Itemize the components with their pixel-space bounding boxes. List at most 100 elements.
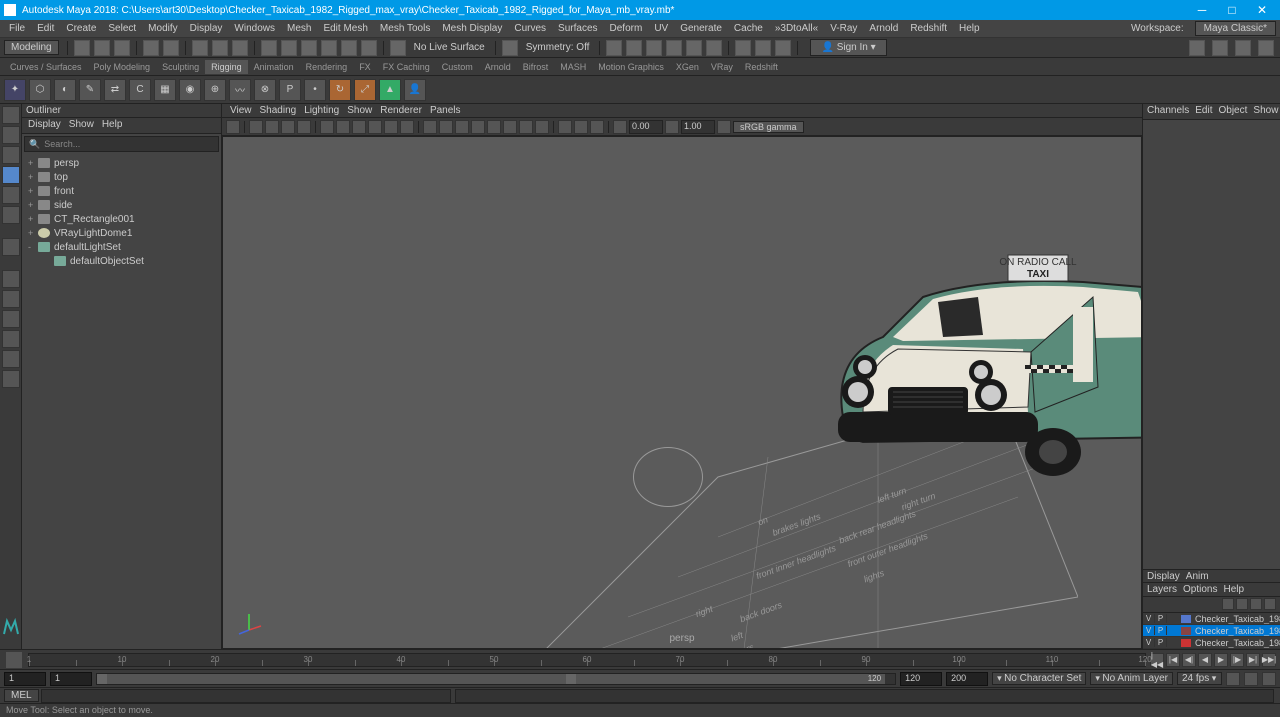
outliner-item[interactable]: defaultObjectSet	[24, 254, 219, 268]
menu-edit[interactable]: Edit	[32, 21, 59, 36]
maximize-button[interactable]: □	[1218, 1, 1246, 19]
vp-exposure-icon[interactable]	[613, 120, 627, 134]
vp-menu-renderer[interactable]: Renderer	[380, 105, 422, 116]
symmetry-label[interactable]: Symmetry: Off	[520, 42, 596, 53]
menu-curves[interactable]: Curves	[509, 21, 551, 36]
go-start-button[interactable]: |◀◀	[1150, 653, 1164, 667]
shelf-tab[interactable]: Curves / Surfaces	[4, 60, 88, 74]
tool-lasso-icon[interactable]	[2, 126, 20, 144]
layout-four-icon[interactable]	[2, 290, 20, 308]
shelf-wrap-icon[interactable]: ⊕	[204, 79, 226, 101]
shelf-orient-icon[interactable]: ↻	[329, 79, 351, 101]
outliner-item[interactable]: -defaultLightSet	[24, 240, 219, 254]
shelf-wire-icon[interactable]: 〰	[229, 79, 251, 101]
snap-live-icon[interactable]	[341, 40, 357, 56]
shelf-tab[interactable]: MASH	[554, 60, 592, 74]
outliner-item[interactable]: +VRayLightDome1	[24, 226, 219, 240]
menu-3dtoall[interactable]: »3DtoAll«	[770, 21, 823, 36]
layer-new-sel-icon[interactable]	[1264, 598, 1276, 610]
vp-film-gate-icon[interactable]	[336, 120, 350, 134]
vp-shadows-icon[interactable]	[487, 120, 501, 134]
shelf-blend-icon[interactable]: ◉	[179, 79, 201, 101]
snap-grid-icon[interactable]	[261, 40, 277, 56]
shelf-tab[interactable]: FX	[353, 60, 377, 74]
tool-paint-icon[interactable]	[2, 146, 20, 164]
vp-exposure-value[interactable]: 0.00	[629, 120, 663, 134]
shelf-scale-icon[interactable]: ⤢	[354, 79, 376, 101]
shelf-skin-icon[interactable]: ◐	[54, 79, 76, 101]
vp-menu-panels[interactable]: Panels	[430, 105, 461, 116]
shelf-constraint-icon[interactable]: ⊗	[254, 79, 276, 101]
panel-toggle-1-icon[interactable]	[1189, 40, 1205, 56]
tool-last-icon[interactable]	[2, 238, 20, 256]
layer-down-icon[interactable]	[1236, 598, 1248, 610]
layer-menu-layers[interactable]: Layers	[1147, 584, 1177, 595]
menu-deform[interactable]: Deform	[605, 21, 648, 36]
vp-res-gate-icon[interactable]	[352, 120, 366, 134]
outliner-menu-display[interactable]: Display	[28, 119, 61, 132]
outliner-menu-help[interactable]: Help	[102, 119, 123, 132]
vp-bookmark-icon[interactable]	[249, 120, 263, 134]
step-back-button[interactable]: ◀|	[1182, 653, 1196, 667]
lasso-icon[interactable]	[212, 40, 228, 56]
shelf-tab[interactable]: Arnold	[479, 60, 517, 74]
vp-xray-joints-icon[interactable]	[590, 120, 604, 134]
layout-hyper-icon[interactable]	[2, 370, 20, 388]
panel-toggle-4-icon[interactable]	[1258, 40, 1274, 56]
menu-create[interactable]: Create	[61, 21, 101, 36]
vp-image-plane-icon[interactable]	[265, 120, 279, 134]
layer-up-icon[interactable]	[1222, 598, 1234, 610]
prefs-button[interactable]	[1262, 672, 1276, 686]
undo-icon[interactable]	[143, 40, 159, 56]
layer-row[interactable]: VPChecker_Taxicab_1982_Rigged	[1143, 625, 1280, 637]
vp-lights-icon[interactable]	[471, 120, 485, 134]
outliner-item[interactable]: +front	[24, 184, 219, 198]
vp-menu-shading[interactable]: Shading	[260, 105, 297, 116]
vp-shaded-icon[interactable]	[439, 120, 453, 134]
play-back-button[interactable]: ◀	[1198, 653, 1212, 667]
layer-row[interactable]: VPChecker_Taxicab_1982_Rigged	[1143, 613, 1280, 625]
layer-menu-options[interactable]: Options	[1183, 584, 1217, 595]
shelf-paint-icon[interactable]: ✎	[79, 79, 101, 101]
vp-field-icon[interactable]	[384, 120, 398, 134]
play-fwd-button[interactable]: ▶	[1214, 653, 1228, 667]
vp-motion-icon[interactable]	[519, 120, 533, 134]
vp-grid-icon[interactable]	[320, 120, 334, 134]
fps-selector[interactable]: 24 fps ▾	[1177, 672, 1222, 685]
vp-menu-view[interactable]: View	[230, 105, 252, 116]
shelf-joint-icon[interactable]: ✦	[4, 79, 26, 101]
character-set-selector[interactable]: ▾ No Character Set	[992, 672, 1086, 685]
shelf-hik-icon[interactable]: 👤	[404, 79, 426, 101]
shelf-tab-active[interactable]: Rigging	[205, 60, 248, 74]
tool-select-icon[interactable]	[2, 106, 20, 124]
vp-view-transform-icon[interactable]	[717, 120, 731, 134]
outliner-item[interactable]: +persp	[24, 156, 219, 170]
output-icon[interactable]	[686, 40, 702, 56]
layout-two-icon[interactable]	[2, 310, 20, 328]
select-mode-icon[interactable]	[192, 40, 208, 56]
step-back-icon[interactable]	[626, 40, 642, 56]
vp-2d-pan-icon[interactable]	[281, 120, 295, 134]
shelf-parent-icon[interactable]: P	[279, 79, 301, 101]
vp-textured-icon[interactable]	[455, 120, 469, 134]
menu-arnold[interactable]: Arnold	[864, 21, 903, 36]
layer-new-icon[interactable]	[1250, 598, 1262, 610]
menu-vray[interactable]: V-Ray	[825, 21, 862, 36]
layout-outliner-icon[interactable]	[2, 330, 20, 348]
close-button[interactable]: ✕	[1248, 1, 1276, 19]
range-start-field[interactable]: 1	[4, 672, 46, 686]
snap-curve-icon[interactable]	[281, 40, 297, 56]
menu-cache[interactable]: Cache	[729, 21, 768, 36]
vp-gamma-value[interactable]: 1.00	[681, 120, 715, 134]
shelf-point-icon[interactable]: •	[304, 79, 326, 101]
redo-icon[interactable]	[163, 40, 179, 56]
range-fill[interactable]: 120	[107, 674, 885, 684]
shelf-tab[interactable]: Poly Modeling	[88, 60, 157, 74]
shelf-cluster-icon[interactable]: C	[129, 79, 151, 101]
new-scene-icon[interactable]	[74, 40, 90, 56]
anim-layer-selector[interactable]: ▾ No Anim Layer	[1090, 672, 1173, 685]
save-scene-icon[interactable]	[114, 40, 130, 56]
vp-safe-icon[interactable]	[400, 120, 414, 134]
vp-wireframe-icon[interactable]	[423, 120, 437, 134]
vp-colorspace-selector[interactable]: sRGB gamma	[733, 121, 804, 133]
